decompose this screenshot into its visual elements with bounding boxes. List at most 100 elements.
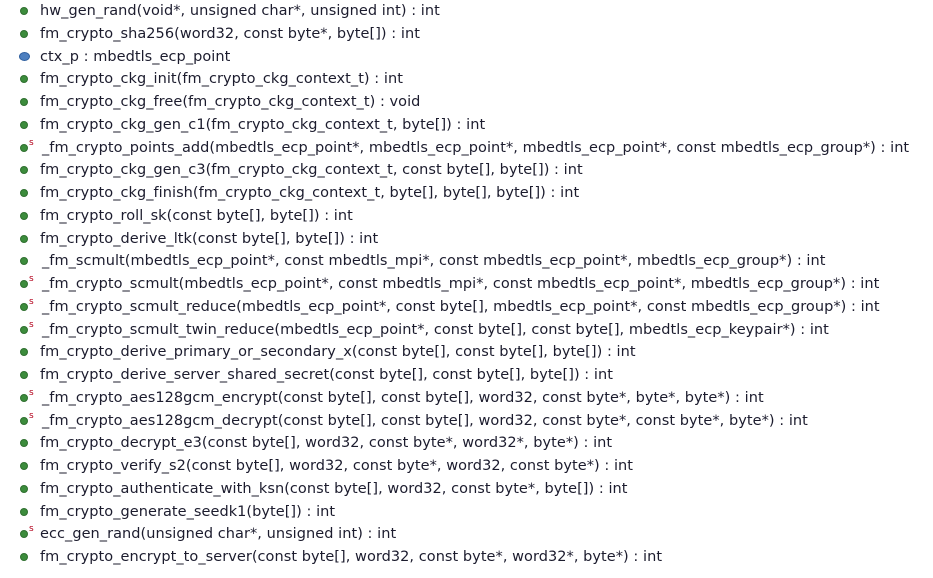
field-blue-dot-icon xyxy=(19,51,30,61)
outline-row-icon-group xyxy=(18,546,40,569)
method-green-dot-icon xyxy=(20,98,28,106)
method-green-dot-icon xyxy=(20,325,28,334)
outline-row-label: fm_crypto_roll_sk(const byte[], byte[]) … xyxy=(40,207,353,224)
outline-row-label: fm_crypto_ckg_finish(fm_crypto_ckg_conte… xyxy=(40,185,580,201)
outline-row-icon-group: s xyxy=(18,319,40,342)
outline-row-label: fm_crypto_generate_seedk1(byte[]) : int xyxy=(40,503,336,520)
outline-row[interactable]: fm_crypto_authenticate_with_ksn(const by… xyxy=(0,478,933,501)
outline-row[interactable]: fm_crypto_verify_s2(const byte[], word32… xyxy=(0,455,933,478)
outline-row-icon-group: s xyxy=(18,137,40,160)
outline-row[interactable]: fm_crypto_ckg_init(fm_crypto_ckg_context… xyxy=(0,68,933,91)
method-green-dot-icon xyxy=(20,371,28,379)
outline-row-label: fm_crypto_ckg_init(fm_crypto_ckg_context… xyxy=(40,71,403,88)
outline-row-label: _fm_scmult(mbedtls_ecp_point*, const mbe… xyxy=(42,253,826,270)
outline-row[interactable]: fm_crypto_ckg_gen_c3(fm_crypto_ckg_conte… xyxy=(0,159,933,182)
outline-row-label: fm_crypto_derive_primary_or_secondary_x(… xyxy=(40,344,636,361)
outline-row-icon-group xyxy=(18,250,40,273)
outline-row[interactable]: ctx_p : mbedtls_ecp_point xyxy=(0,46,933,69)
method-green-dot-icon xyxy=(20,393,28,402)
outline-row[interactable]: _fm_scmult(mbedtls_ecp_point*, const mbe… xyxy=(0,250,933,273)
outline-row[interactable]: hw_gen_rand(void*, unsigned char*, unsig… xyxy=(0,0,933,23)
method-green-dot-icon xyxy=(20,189,28,197)
outline-row[interactable]: s _fm_crypto_aes128gcm_decrypt(const byte… xyxy=(0,410,933,433)
outline-row-label: _fm_crypto_scmult_twin_reduce(mbedtls_ec… xyxy=(42,321,829,338)
outline-row-icon-group xyxy=(18,23,40,46)
outline-row-label: _fm_crypto_points_add(mbedtls_ecp_point*… xyxy=(42,139,910,156)
outline-row-icon-group: s xyxy=(18,523,40,546)
outline-row-label: fm_crypto_ckg_free(fm_crypto_ckg_context… xyxy=(40,94,421,110)
outline-row-label: _fm_crypto_aes128gcm_encrypt(const byte[… xyxy=(42,389,764,406)
static-modifier-icon: s xyxy=(29,410,34,421)
outline-row[interactable]: fm_crypto_encrypt_to_server(const byte[]… xyxy=(0,546,933,569)
method-green-dot-icon xyxy=(20,234,28,243)
outline-row[interactable]: fm_crypto_derive_primary_or_secondary_x(… xyxy=(0,341,933,364)
outline-row-label: fm_crypto_encrypt_to_server(const byte[]… xyxy=(40,549,663,565)
outline-row-icon-group: s xyxy=(18,387,40,410)
method-green-dot-icon xyxy=(20,257,28,266)
outline-row-label: hw_gen_rand(void*, unsigned char*, unsig… xyxy=(40,3,440,19)
method-green-dot-icon xyxy=(20,75,28,84)
outline-row-icon-group xyxy=(18,341,40,364)
outline-row[interactable]: s _fm_crypto_points_add(mbedtls_ecp_point… xyxy=(0,137,933,160)
static-modifier-icon: s xyxy=(29,524,34,535)
outline-row-icon-group xyxy=(18,182,40,205)
method-green-dot-icon xyxy=(20,143,28,152)
method-green-dot-icon xyxy=(20,211,28,220)
outline-row-label: ecc_gen_rand(unsigned char*, unsigned in… xyxy=(40,526,397,543)
outline-row-icon-group xyxy=(18,501,40,524)
outline-row-icon-group: s xyxy=(18,296,40,319)
outline-row-label: fm_crypto_derive_ltk(const byte[], byte[… xyxy=(40,230,379,247)
outline-row[interactable]: s _fm_crypto_scmult_twin_reduce(mbedtls_e… xyxy=(0,319,933,342)
outline-row[interactable]: s ecc_gen_rand(unsigned char*, unsigned i… xyxy=(0,523,933,546)
outline-row-label: ctx_p : mbedtls_ecp_point xyxy=(40,48,231,65)
static-modifier-icon: s xyxy=(29,296,34,307)
outline-row-label: _fm_crypto_scmult_reduce(mbedtls_ecp_poi… xyxy=(42,298,880,315)
method-green-dot-icon xyxy=(20,553,28,561)
outline-row-icon-group: s xyxy=(18,273,40,296)
outline-row[interactable]: s _fm_crypto_scmult(mbedtls_ecp_point*, c… xyxy=(0,273,933,296)
method-green-dot-icon xyxy=(20,462,28,470)
outline-row[interactable]: fm_crypto_derive_ltk(const byte[], byte[… xyxy=(0,228,933,251)
static-modifier-icon: s xyxy=(29,319,34,330)
method-green-dot-icon xyxy=(20,29,28,38)
method-green-dot-icon xyxy=(20,507,28,516)
method-green-dot-icon xyxy=(20,120,28,129)
outline-row-icon-group xyxy=(18,68,40,91)
static-modifier-icon: s xyxy=(29,387,34,398)
outline-row-icon-group xyxy=(18,0,40,23)
outline-row[interactable]: s _fm_crypto_scmult_reduce(mbedtls_ecp_po… xyxy=(0,296,933,319)
outline-row-label: fm_crypto_verify_s2(const byte[], word32… xyxy=(40,458,634,474)
method-green-dot-icon xyxy=(20,530,28,539)
outline-row[interactable]: fm_crypto_ckg_free(fm_crypto_ckg_context… xyxy=(0,91,933,114)
outline-row-label: fm_crypto_derive_server_shared_secret(co… xyxy=(40,367,613,383)
outline-row-label: fm_crypto_sha256(word32, const byte*, by… xyxy=(40,25,420,42)
method-green-dot-icon xyxy=(20,439,28,448)
outline-row-icon-group xyxy=(18,455,40,478)
outline-row-icon-group xyxy=(18,46,40,69)
outline-view[interactable]: hw_gen_rand(void*, unsigned char*, unsig… xyxy=(0,0,933,578)
method-green-dot-icon xyxy=(20,166,28,175)
outline-row-icon-group xyxy=(18,364,40,387)
outline-row-icon-group: s xyxy=(18,410,40,433)
outline-row[interactable]: s _fm_crypto_aes128gcm_encrypt(const byte… xyxy=(0,387,933,410)
static-modifier-icon: s xyxy=(29,274,34,284)
outline-row-label: fm_crypto_authenticate_with_ksn(const by… xyxy=(40,480,628,497)
method-green-dot-icon xyxy=(20,7,28,15)
outline-row-icon-group xyxy=(18,432,40,455)
outline-row-icon-group xyxy=(18,228,40,251)
outline-row[interactable]: fm_crypto_ckg_gen_c1(fm_crypto_ckg_conte… xyxy=(0,114,933,137)
outline-row-icon-group xyxy=(18,91,40,114)
outline-row[interactable]: fm_crypto_sha256(word32, const byte*, by… xyxy=(0,23,933,46)
outline-row-icon-group xyxy=(18,159,40,182)
outline-row-label: fm_crypto_ckg_gen_c3(fm_crypto_ckg_conte… xyxy=(40,162,583,179)
outline-row[interactable]: fm_crypto_ckg_finish(fm_crypto_ckg_conte… xyxy=(0,182,933,205)
outline-row[interactable]: fm_crypto_generate_seedk1(byte[]) : int xyxy=(0,501,933,524)
outline-row[interactable]: fm_crypto_decrypt_e3(const byte[], word3… xyxy=(0,432,933,455)
outline-row[interactable]: fm_crypto_derive_server_shared_secret(co… xyxy=(0,364,933,387)
static-modifier-icon: s xyxy=(29,137,34,148)
outline-row[interactable]: fm_crypto_roll_sk(const byte[], byte[]) … xyxy=(0,205,933,228)
outline-row-icon-group xyxy=(18,205,40,228)
method-green-dot-icon xyxy=(20,416,28,425)
method-green-dot-icon xyxy=(20,484,28,493)
method-green-dot-icon xyxy=(20,302,28,311)
